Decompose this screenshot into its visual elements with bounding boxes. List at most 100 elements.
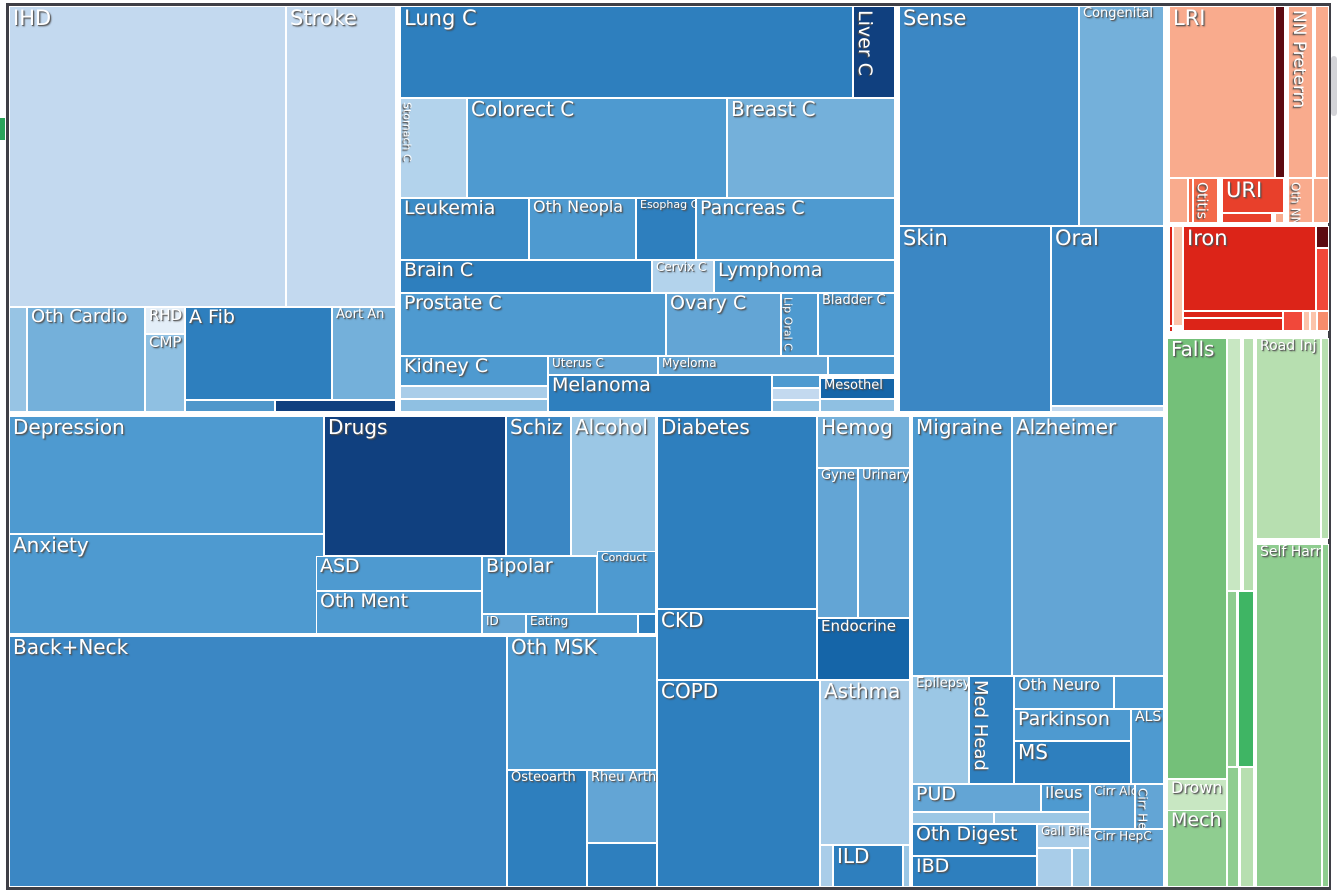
treemap-tile-osteoarth-4-2[interactable]: Osteoarth [507, 770, 587, 887]
treemap-tile-unlabeled-10-8[interactable] [1322, 544, 1329, 887]
treemap-tile-unlabeled-1-21[interactable] [400, 399, 548, 412]
treemap-tile-liver-c-1-1[interactable]: Liver C [853, 6, 895, 98]
treemap-tile-breast-c-1-4[interactable]: Breast C [727, 98, 895, 198]
treemap-tile-cervix-c-1-10[interactable]: Cervix C [652, 260, 714, 293]
treemap-tile-unlabeled-9-8[interactable] [1222, 213, 1272, 223]
treemap-tile-endocrine-5-5[interactable]: Endocrine [817, 618, 910, 680]
treemap-tile-sense-2-0[interactable]: Sense [899, 6, 1079, 226]
treemap-tile-unlabeled-3-11[interactable] [638, 614, 656, 634]
treemap-tile-oral-2-3[interactable]: Oral [1051, 226, 1164, 406]
treemap-tile-ileus-8-1[interactable]: Ileus [1041, 784, 1090, 812]
treemap-tile-cirr-alc-8-9[interactable]: Cirr Alc [1090, 784, 1135, 829]
treemap-tile-aort-an-0-9[interactable]: Aort An [332, 307, 396, 400]
treemap-tile-gall-bile-8-6[interactable]: Gall Bile [1037, 824, 1090, 848]
treemap-tile-als-6-7[interactable]: ALS [1131, 709, 1164, 784]
treemap-tile-unlabeled-10-2[interactable] [1243, 338, 1254, 591]
treemap-tile-ihd-0-0[interactable]: IHD [9, 6, 286, 307]
treemap-tile-skin-2-2[interactable]: Skin [899, 226, 1051, 412]
treemap-tile-anxiety-3-1[interactable]: Anxiety [9, 534, 324, 634]
treemap-tile-uterus-c-1-17[interactable]: Uterus C [548, 356, 658, 375]
treemap-tile-unlabeled-9-18[interactable] [1183, 318, 1283, 331]
treemap-tile-gyne-5-3[interactable]: Gyne [817, 468, 858, 618]
treemap-tile-id-3-9[interactable]: ID [482, 614, 526, 634]
treemap-tile-unlabeled-9-13[interactable] [1173, 226, 1183, 326]
treemap-tile-unlabeled-10-3[interactable] [1227, 591, 1237, 767]
treemap-tile-congenital-2-1[interactable]: Congenital [1079, 6, 1164, 226]
treemap-tile-pancreas-c-1-8[interactable]: Pancreas C [696, 198, 895, 260]
treemap-tile-unlabeled-1-24[interactable] [772, 388, 820, 400]
treemap-tile-unlabeled-9-22[interactable] [1317, 311, 1329, 331]
treemap-tile-copd-7-0[interactable]: COPD [657, 680, 820, 887]
treemap-tile-kidney-c-1-16[interactable]: Kidney C [400, 356, 548, 386]
treemap-tile-unlabeled-1-19[interactable] [828, 356, 895, 375]
treemap-tile-unlabeled-7-2[interactable] [820, 845, 833, 887]
treemap-tile-unlabeled-4-4[interactable] [587, 843, 657, 887]
treemap-tile-oth-ment-3-6[interactable]: Oth Ment [316, 591, 482, 634]
treemap-tile-oth-neopla-1-6[interactable]: Oth Neopla [529, 198, 636, 260]
treemap-tile-nn-preterm-9-2[interactable]: NN Preterm [1288, 6, 1313, 178]
treemap-tile-bladder-c-1-15[interactable]: Bladder C [818, 293, 895, 356]
treemap-tile-back-neck-4-0[interactable]: Back+Neck [9, 636, 507, 887]
treemap-tile-schiz-3-3[interactable]: Schiz [506, 416, 571, 556]
treemap-tile-migraine-6-0[interactable]: Migraine [912, 416, 1012, 676]
treemap-tile-myeloma-1-18[interactable]: Myeloma [658, 356, 828, 375]
treemap-tile-unlabeled-1-23[interactable] [772, 375, 820, 388]
treemap-tile-unlabeled-9-20[interactable] [1303, 311, 1310, 331]
treemap-tile-unlabeled-9-9[interactable] [1275, 213, 1284, 223]
treemap-tile-ibd-8-5[interactable]: IBD [912, 856, 1037, 887]
treemap-tile-unlabeled-10-6[interactable] [1321, 338, 1329, 539]
treemap-tile-med-head-6-3[interactable]: Med Head [969, 676, 1014, 784]
treemap-tile-uri-9-7[interactable]: URI [1222, 178, 1284, 213]
treemap-tile-unlabeled-9-16[interactable] [1316, 248, 1329, 311]
treemap-tile-cirr-hepb-8-10[interactable]: Cirr HepB [1135, 784, 1164, 829]
treemap-tile-unlabeled-8-7[interactable] [1037, 848, 1072, 887]
treemap-tile-falls-10-0[interactable]: Falls [1167, 338, 1227, 779]
treemap-tile-alzheimer-6-1[interactable]: Alzheimer [1012, 416, 1164, 676]
treemap-tile-unlabeled-9-15[interactable] [1316, 226, 1329, 248]
treemap-tile-drugs-3-2[interactable]: Drugs [324, 416, 506, 556]
treemap-tile-ckd-5-1[interactable]: CKD [657, 609, 817, 680]
treemap-tile-cirr-hepc-8-11[interactable]: Cirr HepC [1090, 829, 1164, 887]
treemap-tile-parkinson-6-6[interactable]: Parkinson [1014, 709, 1131, 741]
treemap-tile-oth-neuro-6-4[interactable]: Oth Neuro [1014, 676, 1114, 709]
treemap-tile-a-fib-0-6[interactable]: A Fib [185, 307, 332, 400]
treemap-tile-otitis-9-6[interactable]: Otitis [1193, 178, 1218, 223]
treemap-tile-diabetes-5-0[interactable]: Diabetes [657, 416, 817, 609]
treemap-tile-unlabeled-6-5[interactable] [1114, 676, 1164, 709]
treemap-tile-asd-3-5[interactable]: ASD [316, 556, 482, 591]
treemap-tile-stroke-0-1[interactable]: Stroke [286, 6, 396, 307]
treemap-tile-bipolar-3-7[interactable]: Bipolar [482, 556, 597, 614]
treemap-tile-rhd-0-4[interactable]: RHD [145, 307, 185, 334]
treemap-tile-conduct-3-8[interactable]: Conduct [597, 551, 656, 614]
treemap-tile-unlabeled-9-11[interactable] [1313, 178, 1329, 223]
treemap-tile-alcohol-3-4[interactable]: Alcohol [571, 416, 656, 556]
treemap-tile-unlabeled-9-3[interactable] [1315, 6, 1329, 178]
treemap-tile-unlabeled-10-11[interactable] [1227, 767, 1239, 887]
vertical-scrollbar-thumb[interactable] [1331, 56, 1337, 116]
treemap-tile-unlabeled-2-4[interactable] [1051, 406, 1164, 412]
treemap-tile-unlabeled-10-4[interactable] [1238, 591, 1254, 767]
treemap-tile-unlabeled-1-27[interactable] [820, 399, 895, 412]
treemap-tile-unlabeled-0-2[interactable] [9, 307, 27, 412]
treemap-tile-ild-7-3[interactable]: ILD [833, 845, 903, 887]
treemap-tile-eating-3-10[interactable]: Eating [526, 614, 638, 634]
treemap-tile-mesothel-1-26[interactable]: Mesothel [820, 378, 895, 399]
treemap-tile-unlabeled-1-25[interactable] [772, 400, 820, 412]
treemap-tile-lri-9-0[interactable]: LRI [1169, 6, 1275, 178]
treemap-tile-unlabeled-8-2[interactable] [912, 812, 994, 824]
treemap-tile-depression-3-0[interactable]: Depression [9, 416, 324, 534]
treemap-tile-oth-cardio-0-3[interactable]: Oth Cardio [27, 307, 145, 412]
treemap-tile-unlabeled-8-8[interactable] [1072, 848, 1090, 887]
treemap-tile-lung-c-1-0[interactable]: Lung C [400, 6, 853, 98]
treemap-tile-brain-c-1-9[interactable]: Brain C [400, 260, 652, 293]
treemap-tile-unlabeled-0-8[interactable] [275, 400, 396, 412]
treemap-tile-leukemia-1-5[interactable]: Leukemia [400, 198, 529, 260]
treemap-tile-unlabeled-1-20[interactable] [400, 386, 548, 399]
treemap-tile-unlabeled-0-7[interactable] [185, 400, 275, 412]
treemap-tile-pud-8-0[interactable]: PUD [912, 784, 1041, 812]
treemap-tile-unlabeled-9-23[interactable] [1169, 326, 1173, 332]
treemap-tile-mech-10-10[interactable]: Mech [1167, 810, 1227, 887]
treemap-tile-melanoma-1-22[interactable]: Melanoma [548, 375, 772, 412]
treemap-tile-unlabeled-9-1[interactable] [1275, 6, 1285, 178]
treemap-tile-unlabeled-7-4[interactable] [903, 845, 910, 887]
